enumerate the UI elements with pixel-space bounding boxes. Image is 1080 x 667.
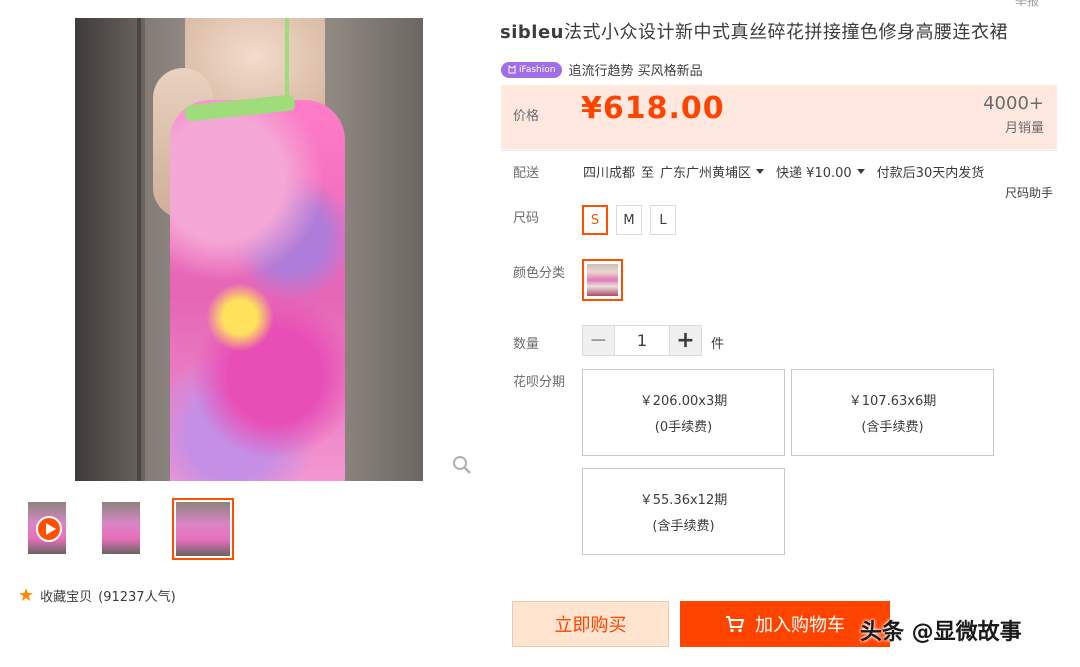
- color-label: 颜色分类: [513, 266, 566, 281]
- buy-now-button[interactable]: 立即购买: [512, 601, 669, 647]
- zoom-icon[interactable]: [452, 455, 472, 475]
- ifashion-badge[interactable]: iFashion: [501, 61, 563, 78]
- ship-to-word: 至: [641, 166, 655, 181]
- size-option-s[interactable]: S: [582, 205, 608, 235]
- monthly-sales: 4000+ 月销量: [983, 93, 1044, 136]
- product-brand: sibleu: [500, 22, 564, 43]
- installment-fee: (含手续费): [652, 519, 715, 534]
- ship-to-dropdown[interactable]: 广东广州黄埔区: [660, 162, 765, 181]
- installment-amount: ￥55.36x12期: [639, 493, 728, 508]
- chevron-down-icon: [856, 169, 865, 174]
- thumbnail-image: [102, 502, 140, 554]
- delivery-time: 付款后30天内发货: [876, 166, 985, 181]
- ship-method-dropdown[interactable]: 快递 ¥10.00: [776, 162, 865, 181]
- divider: [501, 150, 1057, 151]
- color-swatch-image: [587, 264, 618, 296]
- size-option-l[interactable]: L: [650, 205, 676, 235]
- size-option-m[interactable]: M: [616, 205, 642, 235]
- installment-amount: ￥206.00x3期: [639, 394, 728, 409]
- installment-option-6[interactable]: ￥107.63x6期 (含手续费): [791, 369, 994, 456]
- size-helper-link[interactable]: 尺码助手: [1005, 184, 1053, 201]
- quantity-input[interactable]: 1: [614, 326, 670, 355]
- thumbnail-strip: [24, 498, 234, 560]
- cart-icon: [726, 616, 745, 633]
- thumbnail-front-view[interactable]: [172, 498, 234, 560]
- price-label: 价格: [513, 109, 540, 124]
- star-icon: ★: [18, 584, 35, 606]
- monthly-sales-count: 4000+: [983, 93, 1044, 114]
- thumbnail-back-view[interactable]: [98, 498, 144, 558]
- main-product-image[interactable]: [75, 18, 423, 481]
- installment-label: 花呗分期: [513, 375, 566, 390]
- ship-method-label: 快递 ¥10.00: [776, 166, 852, 181]
- product-subtitle: iFashion 追流行趋势 买风格新品: [501, 60, 703, 79]
- installment-amount: ￥107.63x6期: [848, 394, 937, 409]
- favorite-button[interactable]: ★ 收藏宝贝 (91237人气): [18, 586, 176, 605]
- photo-door-background: [75, 18, 145, 481]
- photo-floral-dress: [170, 100, 345, 481]
- installment-fee: (含手续费): [861, 420, 924, 435]
- favorite-label: 收藏宝贝: [40, 590, 93, 605]
- size-label: 尺码: [513, 211, 540, 226]
- photo-door-frame: [137, 18, 141, 481]
- quantity-stepper: − 1 +: [582, 325, 702, 356]
- ship-from: 四川成都: [583, 166, 636, 181]
- quantity-unit: 件: [711, 337, 725, 352]
- quantity-increase-button[interactable]: +: [670, 326, 701, 355]
- add-to-cart-button[interactable]: 加入购物车: [680, 601, 890, 647]
- installment-option-3[interactable]: ￥206.00x3期 (0手续费): [582, 369, 785, 456]
- price-panel: 价格 ¥618.00 4000+ 月销量: [501, 85, 1057, 149]
- subtitle-text: 追流行趋势 买风格新品: [568, 64, 703, 79]
- shipping-row: 四川成都 至 广东广州黄埔区 快递 ¥10.00 付款后30天内发货: [583, 162, 984, 181]
- monthly-sales-label: 月销量: [1004, 121, 1044, 136]
- thumbnail-image: [176, 502, 230, 556]
- add-to-cart-label: 加入购物车: [755, 615, 845, 636]
- ifashion-badge-label: iFashion: [519, 64, 556, 75]
- favorite-count: (91237人气): [98, 590, 176, 605]
- ifashion-icon: [508, 65, 516, 74]
- installment-fee: (0手续费): [654, 420, 713, 435]
- report-link[interactable]: 举报: [1015, 0, 1039, 9]
- price-value: ¥618.00: [581, 91, 725, 126]
- chevron-down-icon: [756, 169, 765, 174]
- ship-to-label: 广东广州黄埔区: [660, 166, 752, 181]
- play-icon[interactable]: [36, 516, 62, 542]
- watermark-text: 头条 @显微故事: [860, 620, 1022, 645]
- quantity-decrease-button[interactable]: −: [583, 326, 614, 355]
- product-title-text: 法式小众设计新中式真丝碎花拼接撞色修身高腰连衣裙: [563, 22, 1008, 43]
- product-title: sibleu法式小众设计新中式真丝碎花拼接撞色修身高腰连衣裙: [500, 18, 1008, 44]
- installment-option-12[interactable]: ￥55.36x12期 (含手续费): [582, 468, 785, 555]
- quantity-label: 数量: [513, 337, 540, 352]
- size-options: S M L: [582, 205, 676, 235]
- color-option-swatch[interactable]: [582, 259, 623, 301]
- shipping-label: 配送: [513, 166, 540, 181]
- thumbnail-video[interactable]: [24, 498, 70, 558]
